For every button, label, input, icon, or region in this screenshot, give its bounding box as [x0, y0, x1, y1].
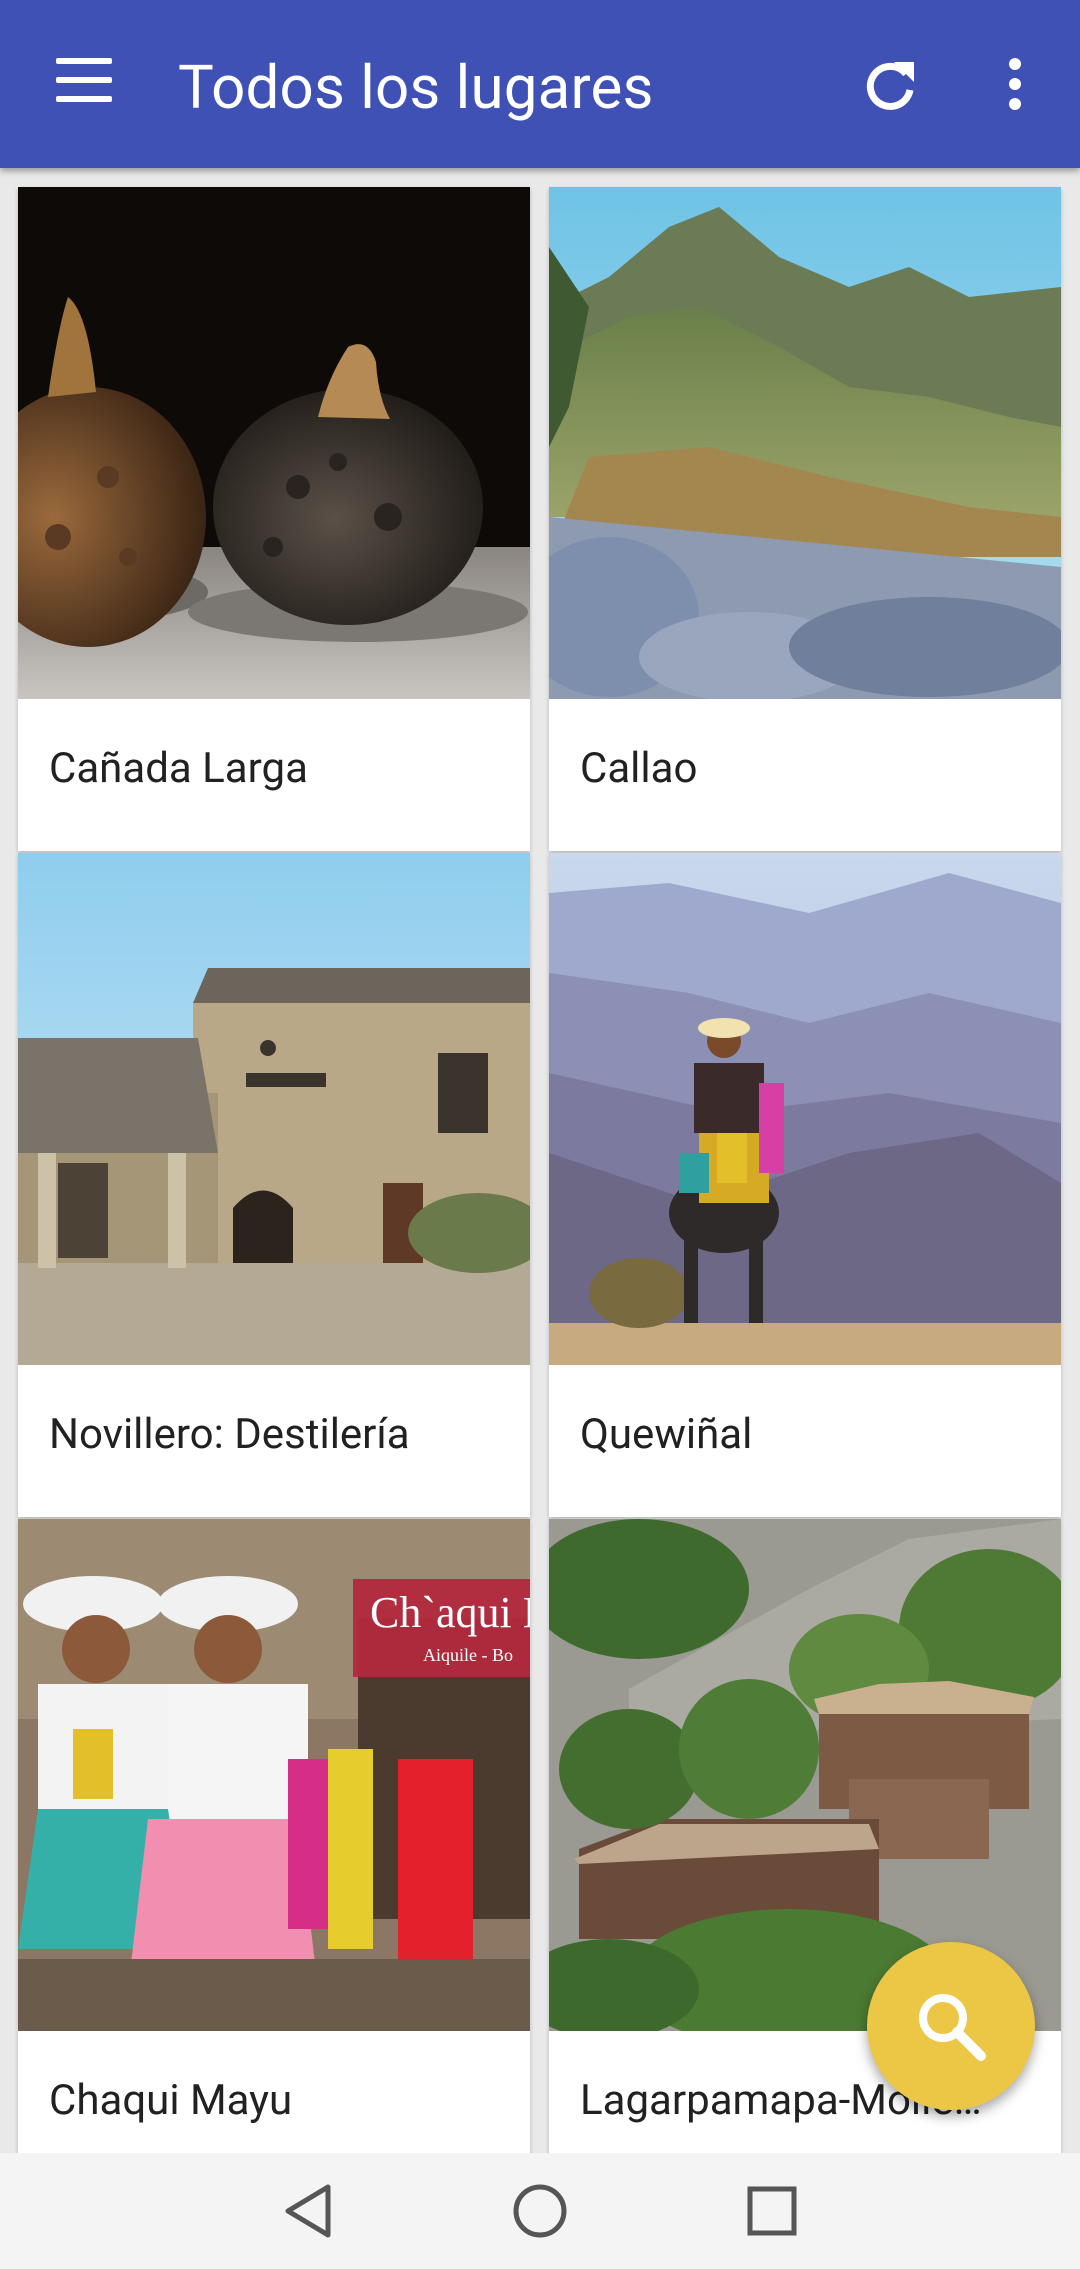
- back-icon[interactable]: [278, 2181, 338, 2241]
- place-name: Quewiñal: [580, 1410, 753, 1459]
- refresh-icon[interactable]: [862, 54, 918, 114]
- place-card[interactable]: Callao: [549, 187, 1061, 851]
- search-icon: [919, 1994, 986, 2061]
- search-fab-button[interactable]: [867, 1942, 1035, 2110]
- recents-icon[interactable]: [742, 2181, 802, 2241]
- place-name: Cañada Larga: [49, 744, 308, 793]
- place-name: Novillero: Destilería: [49, 1410, 410, 1459]
- place-image: [549, 853, 1061, 1365]
- menu-icon[interactable]: [56, 58, 112, 102]
- home-icon[interactable]: [510, 2181, 570, 2241]
- place-card[interactable]: Novillero: Destilería: [18, 853, 530, 1517]
- place-card[interactable]: Cañada Larga: [18, 187, 530, 851]
- places-grid: Cañada Larga Callao Novillero: Destilerí…: [0, 168, 1080, 2153]
- page-title: Todos los lugares: [178, 52, 654, 123]
- more-options-icon[interactable]: [990, 54, 1040, 114]
- place-card[interactable]: Quewiñal: [549, 853, 1061, 1517]
- place-image: [18, 853, 530, 1365]
- place-image: [18, 187, 530, 699]
- system-nav-bar: [0, 2153, 1080, 2269]
- image-banner-title: Ch`aqui M: [370, 1588, 530, 1637]
- place-name: Chaqui Mayu: [49, 2076, 293, 2125]
- place-image: [549, 187, 1061, 699]
- app-bar: Todos los lugares: [0, 0, 1080, 168]
- place-name: Callao: [580, 744, 698, 793]
- image-banner-subtitle: Aiquile - Bo: [423, 1645, 513, 1665]
- place-image: Ch`aqui M Aiquile - Bo: [18, 1519, 530, 2031]
- place-card[interactable]: Ch`aqui M Aiquile - Bo Chaqui Mayu: [18, 1519, 530, 2153]
